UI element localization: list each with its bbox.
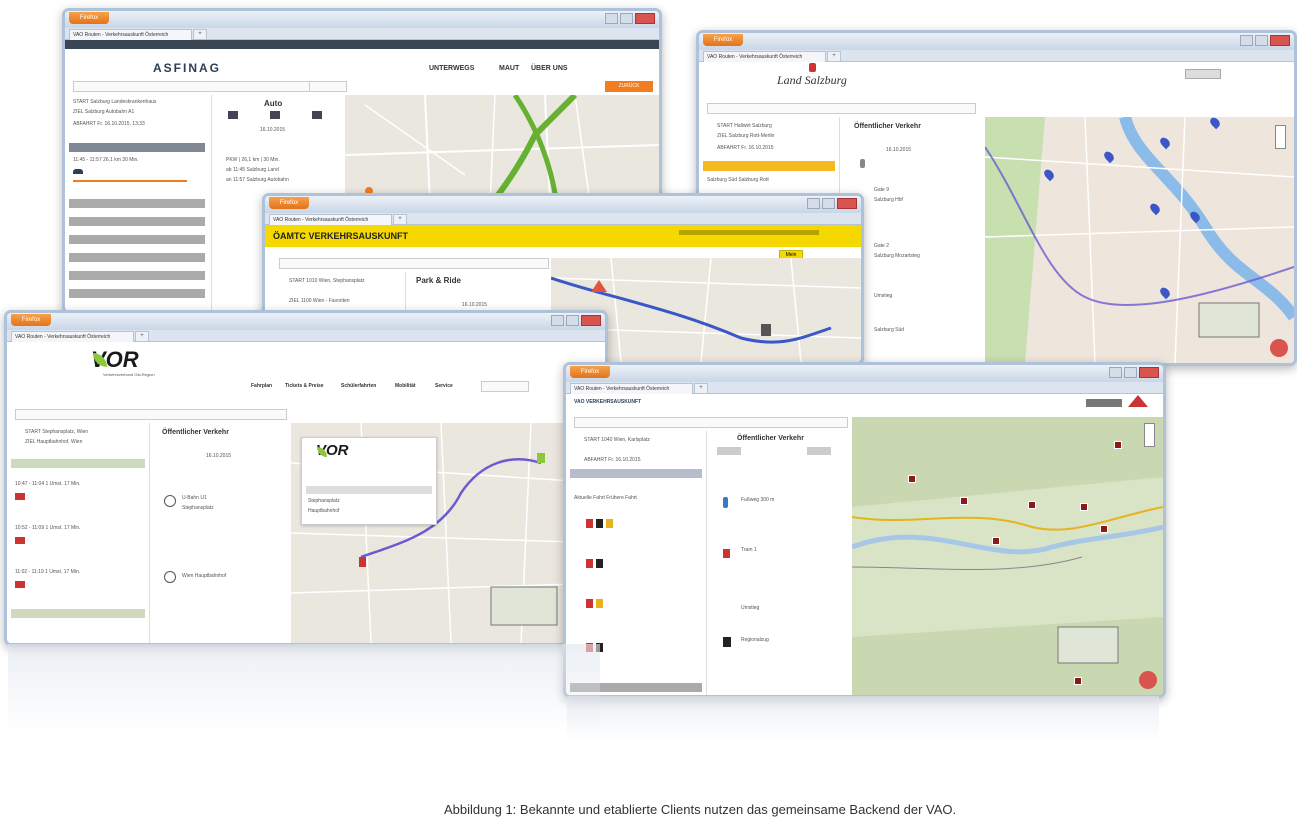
close-button[interactable] xyxy=(635,13,655,24)
asfinag-logo: ASFINAG xyxy=(153,61,221,75)
nav-mobilitaet[interactable]: Mobilität xyxy=(395,383,416,389)
vor-subtitle: Verkehrsverbund Ost-Region xyxy=(103,372,155,377)
title-bar: Firefox xyxy=(265,196,861,213)
search-input[interactable] xyxy=(481,381,529,392)
maximize-button[interactable] xyxy=(620,13,633,24)
section-title: Öffentlicher Verkehr xyxy=(854,123,921,130)
route-detail: Öffentlicher Verkehr Fußweg 300 m Tram 1… xyxy=(706,431,853,695)
title-bar: Firefox xyxy=(699,33,1294,50)
nav-schueler[interactable]: Schülerfahrten xyxy=(341,383,376,389)
tab-bar: VAO Routen - Verkehrsauskunft Österreich… xyxy=(7,330,605,342)
top-strip xyxy=(65,40,659,49)
result-list: START Salzburg Landeskrankenhaus ZIEL Sa… xyxy=(65,95,209,311)
nav-service[interactable]: Service xyxy=(435,383,453,389)
browser-tab[interactable]: VAO Routen - Verkehrsauskunft Österreich xyxy=(703,51,826,62)
nav-maut[interactable]: MAUT xyxy=(499,65,519,72)
close-button[interactable] xyxy=(1270,35,1290,46)
maximize-button[interactable] xyxy=(1255,35,1268,46)
map-vor[interactable]: VOR Stephansplatz Hauptbahnhof xyxy=(291,423,605,643)
close-button[interactable] xyxy=(581,315,601,326)
minimize-button[interactable] xyxy=(1240,35,1253,46)
locate-button[interactable] xyxy=(1139,671,1157,689)
new-tab-button[interactable]: + xyxy=(135,331,149,342)
maximize-button[interactable] xyxy=(566,315,579,326)
firefox-menu-button[interactable]: Firefox xyxy=(69,12,109,24)
title-bar: Firefox xyxy=(566,365,1163,382)
route-detail: Öffentlicher Verkehr 16.10.2015 U-Bahn U… xyxy=(149,423,292,643)
tram-icon xyxy=(586,519,593,528)
section-title: Öffentlicher Verkehr xyxy=(162,429,229,436)
new-tab-button[interactable]: + xyxy=(827,51,841,62)
vao-header: VAO VERKEHRSAUSKUNFT xyxy=(574,399,642,405)
zoom-control[interactable] xyxy=(1144,423,1155,447)
map-vao[interactable] xyxy=(852,417,1163,695)
vao-emblem-icon xyxy=(1128,395,1148,407)
minimize-button[interactable] xyxy=(807,198,820,209)
close-button[interactable] xyxy=(1139,367,1159,378)
start-input[interactable] xyxy=(707,103,976,114)
walk-icon xyxy=(860,159,865,168)
firefox-menu-button[interactable]: Firefox xyxy=(570,366,610,378)
firefox-menu-button[interactable]: Firefox xyxy=(269,197,309,209)
train-icon xyxy=(164,495,176,507)
maximize-button[interactable] xyxy=(1124,367,1137,378)
browser-tab[interactable]: VAO Routen - Verkehrsauskunft Österreich xyxy=(11,331,134,342)
tab-bar: VAO Routen - Verkehrsauskunft Österreich… xyxy=(65,28,659,40)
pin-icon xyxy=(164,571,176,583)
firefox-menu-button[interactable]: Firefox xyxy=(703,34,743,46)
tab-bar: VAO Routen - Verkehrsauskunft Österreich… xyxy=(566,382,1163,394)
firefox-menu-button[interactable]: Firefox xyxy=(11,314,51,326)
coat-of-arms-icon xyxy=(809,63,816,72)
title-bar: Firefox xyxy=(65,11,659,28)
browser-tab[interactable]: VAO Routen - Verkehrsauskunft Österreich xyxy=(269,214,392,225)
zurueck-button[interactable]: ZURÜCK xyxy=(605,81,653,92)
minimize-button[interactable] xyxy=(1109,367,1122,378)
minimize-button[interactable] xyxy=(605,13,618,24)
oamtc-header: ÖAMTC VERKEHRSAUSKUNFT xyxy=(265,225,861,247)
start-input[interactable] xyxy=(15,409,287,420)
browser-tab[interactable]: VAO Routen - Verkehrsauskunft Österreich xyxy=(570,383,693,394)
browser-tab[interactable]: VAO Routen - Verkehrsauskunft Österreich xyxy=(69,29,192,40)
start-input[interactable] xyxy=(574,417,848,428)
map-popup: VOR Stephansplatz Hauptbahnhof xyxy=(301,437,437,525)
contact-button[interactable] xyxy=(1086,399,1122,407)
nav-tickets[interactable]: Tickets & Preise xyxy=(285,383,324,389)
new-tab-button[interactable]: + xyxy=(393,214,407,225)
oamtc-logo: ÖAMTC VERKEHRSAUSKUNFT xyxy=(273,231,408,241)
maximize-button[interactable] xyxy=(822,198,835,209)
section-title: Öffentlicher Verkehr xyxy=(737,435,804,442)
window-vao: Firefox VAO Routen - Verkehrsauskunft Ös… xyxy=(563,362,1166,698)
map-salzburg[interactable] xyxy=(985,117,1294,363)
title-bar: Firefox xyxy=(7,313,605,330)
new-tab-button[interactable]: + xyxy=(193,29,207,40)
start-input[interactable] xyxy=(279,258,549,269)
tab-bar: VAO Routen - Verkehrsauskunft Österreich… xyxy=(265,213,861,225)
reflection-left xyxy=(8,644,600,734)
reflection-right xyxy=(567,696,1159,742)
car-icon xyxy=(73,169,83,174)
result-list: START Stephansplatz, Wien ZIEL Hauptbahn… xyxy=(7,423,149,643)
walk-icon xyxy=(723,497,728,508)
section-title: Park & Ride xyxy=(416,276,461,285)
result-header xyxy=(69,143,205,153)
nav-fahrplan[interactable]: Fahrplan xyxy=(251,383,272,389)
salzburg-logo: Land Salzburg xyxy=(777,73,847,87)
details-tab[interactable] xyxy=(309,81,347,92)
search-button[interactable] xyxy=(1185,69,1221,79)
nav-unterwegs[interactable]: UNTERWEGS xyxy=(429,65,474,72)
close-button[interactable] xyxy=(837,198,857,209)
tab-bar: VAO Routen - Verkehrsauskunft Österreich… xyxy=(699,50,1294,62)
zoom-control[interactable] xyxy=(1275,125,1286,149)
new-tab-button[interactable]: + xyxy=(694,383,708,394)
nav-ueber-uns[interactable]: ÜBER UNS xyxy=(531,65,568,72)
locate-button[interactable] xyxy=(1270,339,1288,357)
start-input[interactable] xyxy=(73,81,347,92)
section-title: Auto xyxy=(264,99,283,108)
window-vor: Firefox VAO Routen - Verkehrsauskunft Ös… xyxy=(4,310,608,646)
figure-caption: Abbildung 1: Bekannte und etablierte Cli… xyxy=(444,802,957,817)
minimize-button[interactable] xyxy=(551,315,564,326)
